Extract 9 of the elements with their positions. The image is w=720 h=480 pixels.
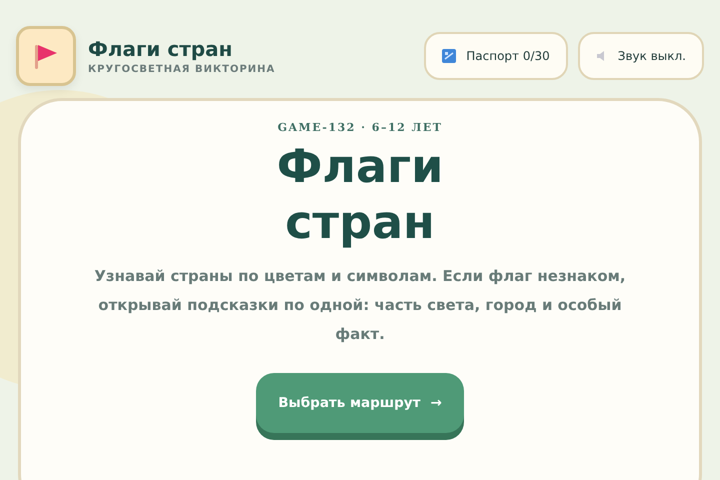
flag-logo bbox=[16, 26, 76, 86]
hero-description: Узнавай страны по цветам и символам. Если флаг незнаком, открывай подсказки по одной: часть света, город и особый факт. bbox=[93, 266, 627, 345]
sound-toggle-button[interactable]: Звук выкл. bbox=[578, 32, 704, 80]
passport-button[interactable]: Паспорт 0/30 bbox=[424, 32, 568, 80]
passport-icon bbox=[442, 49, 456, 63]
app-title: Флаги стран bbox=[88, 37, 234, 61]
app-subtitle: КРУГОСВЕТНАЯ ВИКТОРИНА bbox=[88, 64, 276, 75]
hero-title: Флаги стран bbox=[276, 138, 444, 250]
game-tag: GAME-132 · 6–12 ЛЕТ bbox=[278, 121, 442, 134]
